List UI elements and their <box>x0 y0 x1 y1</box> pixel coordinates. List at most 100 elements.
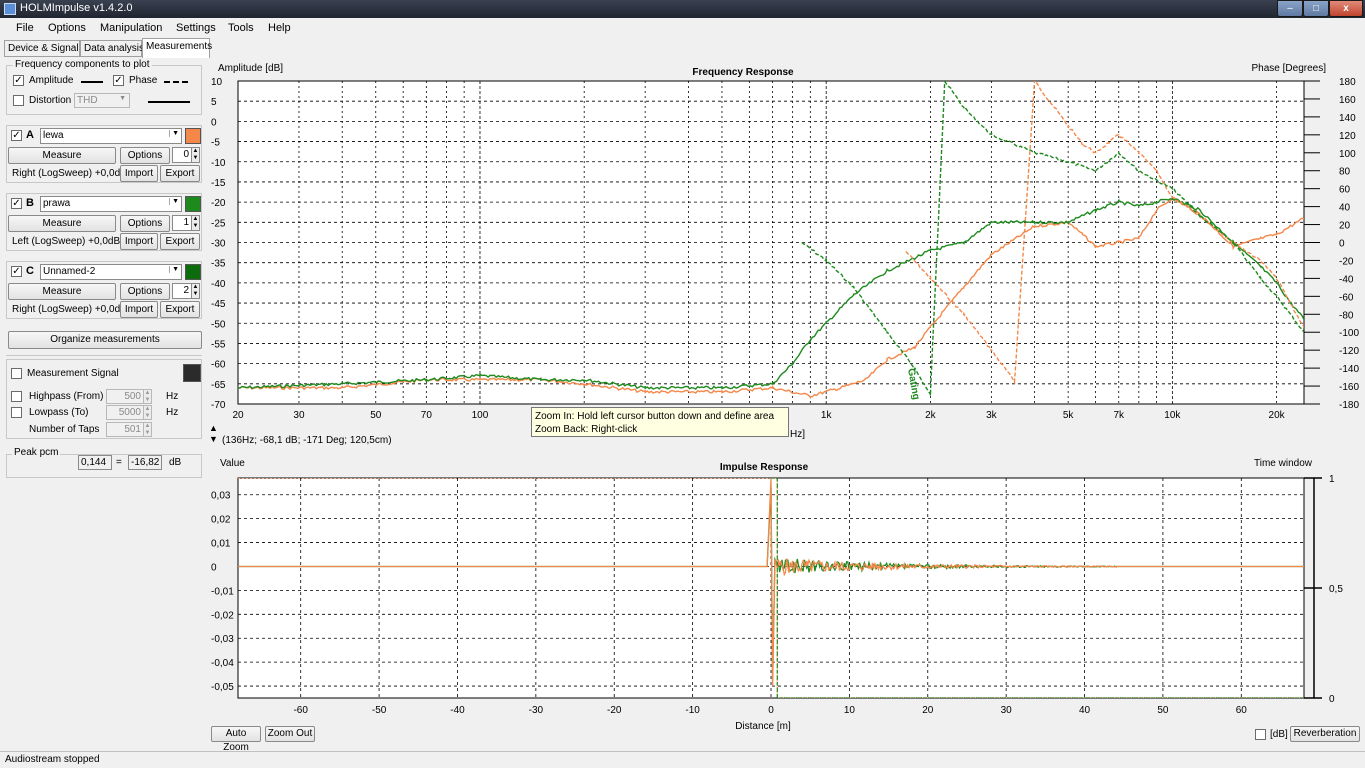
reverberation-button[interactable]: Reverberation <box>1290 726 1360 742</box>
y-tick-label: -60 <box>211 360 226 371</box>
taps-spinner[interactable]: ▲ ▼ <box>143 422 152 437</box>
measurement-a-index-spinner[interactable]: ▲ ▼ <box>191 147 200 163</box>
maximize-button[interactable]: □ <box>1303 0 1329 17</box>
frequency-response-panel[interactable]: 10 5 0 -5 -10 -15 -20 -25 -30 -35 -40 -45 -50 -55 -60-… <box>208 59 1365 452</box>
highpass-unit: Hz <box>166 391 179 402</box>
x-tick-label: 20 <box>232 410 244 421</box>
db-checkbox[interactable] <box>1255 729 1266 740</box>
phase-line-sample <box>164 81 188 83</box>
measurement-a-export-button[interactable]: Export <box>160 165 200 182</box>
menu-file[interactable]: File <box>16 22 34 34</box>
measurement-b-import-button[interactable]: Import <box>120 233 158 250</box>
y-tick-label: -55 <box>211 339 226 350</box>
distortion-checkbox[interactable] <box>13 95 24 106</box>
measurement-b-export-button[interactable]: Export <box>160 233 200 250</box>
menu-options[interactable]: Options <box>48 22 86 34</box>
x-tick-label: 30 <box>293 410 305 421</box>
measurement-c-color[interactable] <box>185 264 201 280</box>
measurement-c-info: Right (LogSweep) +0,0dB <box>12 304 127 315</box>
y2-tick-label: 0 <box>1329 694 1335 705</box>
y-tick-label: 0,01 <box>211 539 231 550</box>
menu-settings[interactable]: Settings <box>176 22 216 34</box>
status-bar: Audiostream stopped <box>0 751 1365 768</box>
y2-tick-label: 80 <box>1339 167 1351 178</box>
menu-manipulation[interactable]: Manipulation <box>100 22 162 34</box>
x-tick-label: 2k <box>925 410 937 421</box>
tab-data-analysis[interactable]: Data analysis <box>80 40 144 57</box>
zoom-out-button[interactable]: Zoom Out <box>265 726 315 742</box>
amplitude-checkbox[interactable]: ✓ <box>13 75 24 86</box>
x-tick-label: -60 <box>293 705 308 716</box>
measurement-b-index-spinner[interactable]: ▲ ▼ <box>191 215 200 231</box>
distortion-select[interactable]: THD ▼ <box>74 93 130 108</box>
measurement-c-index-spinner[interactable]: ▲ ▼ <box>191 283 200 299</box>
measurement-b-options-button[interactable]: Options <box>120 215 170 232</box>
measurement-a-index[interactable]: 0 <box>172 147 192 163</box>
y-tick-label: -0,03 <box>211 634 234 645</box>
highpass-spinner[interactable]: ▲ ▼ <box>143 389 152 404</box>
y-tick-label: -0,04 <box>211 658 234 669</box>
y-tick-label: -0,02 <box>211 610 234 621</box>
measurement-b-measure-button[interactable]: Measure <box>8 215 116 232</box>
lowpass-spinner[interactable]: ▲ ▼ <box>143 405 152 420</box>
measurement-c-import-button[interactable]: Import <box>120 301 158 318</box>
divider <box>6 355 202 356</box>
phase-checkbox[interactable]: ✓ <box>113 75 124 86</box>
measurement-c-index[interactable]: 2 <box>172 283 192 299</box>
x-tick-label: 5k <box>1063 410 1075 421</box>
measurement-a-info: Right (LogSweep) +0,0dB <box>12 168 127 179</box>
x-tick-label: 30 <box>1001 705 1013 716</box>
y-tick-label: -50 <box>211 319 226 330</box>
measurement-a-options-button[interactable]: Options <box>120 147 170 164</box>
close-button[interactable]: x <box>1329 0 1363 17</box>
measurement-b-name[interactable]: prawa ▼ <box>40 196 182 212</box>
menu-help[interactable]: Help <box>268 22 291 34</box>
y2-tick-label: 120 <box>1339 131 1356 142</box>
y2-tick-label: -120 <box>1339 346 1359 357</box>
measurement-c-measure-button[interactable]: Measure <box>8 283 116 300</box>
y2-tick-label: -20 <box>1339 256 1354 267</box>
y2-tick-label: 1 <box>1329 474 1335 485</box>
x-tick-label: 20 <box>922 705 934 716</box>
menu-bar: File Options Manipulation Settings Tools… <box>0 19 1365 39</box>
lowpass-value[interactable]: 5000 <box>106 405 144 420</box>
chart-title: Impulse Response <box>720 462 809 473</box>
y2-tick-label: 0,5 <box>1329 584 1343 595</box>
measurement-a-color[interactable] <box>185 128 201 144</box>
organize-measurements-button[interactable]: Organize measurements <box>8 331 202 349</box>
tab-measurements[interactable]: Measurements <box>142 38 212 58</box>
frequency-response-chart[interactable]: 1050-5-10-15-20-25-30-35-40-45-50-55-60-… <box>208 59 1365 452</box>
auto-zoom-button[interactable]: Auto Zoom <box>211 726 261 753</box>
tab-device-signal[interactable]: Device & Signal <box>4 40 80 57</box>
measurement-b-checkbox[interactable]: ✓ <box>11 198 22 209</box>
y-tick-label: -70 <box>211 400 226 411</box>
y-axis-label: Value <box>220 458 245 469</box>
measurement-c-name[interactable]: Unnamed-2 ▼ <box>40 264 182 280</box>
y-tick-label: -0,05 <box>211 682 234 693</box>
measurement-a-name[interactable]: lewa ▼ <box>40 128 182 144</box>
lowpass-checkbox[interactable] <box>11 407 22 418</box>
measurement-c-options-button[interactable]: Options <box>120 283 170 300</box>
impulse-response-chart[interactable]: -60 -50 -40 -30 -20 -10 0 10 20 30 40 50 600,030,020… <box>208 454 1365 744</box>
x-tick-label: -20 <box>607 705 622 716</box>
x-tick-label: 7k <box>1113 410 1125 421</box>
measurement-a-measure-button[interactable]: Measure <box>8 147 116 164</box>
y-tick-label: 5 <box>211 97 217 108</box>
highpass-checkbox[interactable] <box>11 391 22 402</box>
x-tick-label: 0 <box>768 705 774 716</box>
minimize-button[interactable]: – <box>1277 0 1303 17</box>
taps-value[interactable]: 501 <box>106 422 144 437</box>
y2-axis-label: Time window <box>1254 458 1313 469</box>
x-tick-label: 20k <box>1269 410 1286 421</box>
menu-tools[interactable]: Tools <box>228 22 254 34</box>
measurement-c-checkbox[interactable]: ✓ <box>11 266 22 277</box>
highpass-value[interactable]: 500 <box>106 389 144 404</box>
measurement-c-export-button[interactable]: Export <box>160 301 200 318</box>
impulse-response-panel[interactable]: -60 -50 -40 -30 -20 -10 0 10 20 30 40 50 60 0,03 0,02 0… <box>208 454 1365 744</box>
taps-label: Number of Taps <box>29 424 100 435</box>
y-tick-label: 0 <box>211 562 217 573</box>
measurement-b-color[interactable] <box>185 196 201 212</box>
measurement-b-index[interactable]: 1 <box>172 215 192 231</box>
measurement-a-checkbox[interactable]: ✓ <box>11 130 22 141</box>
measurement-a-import-button[interactable]: Import <box>120 165 158 182</box>
